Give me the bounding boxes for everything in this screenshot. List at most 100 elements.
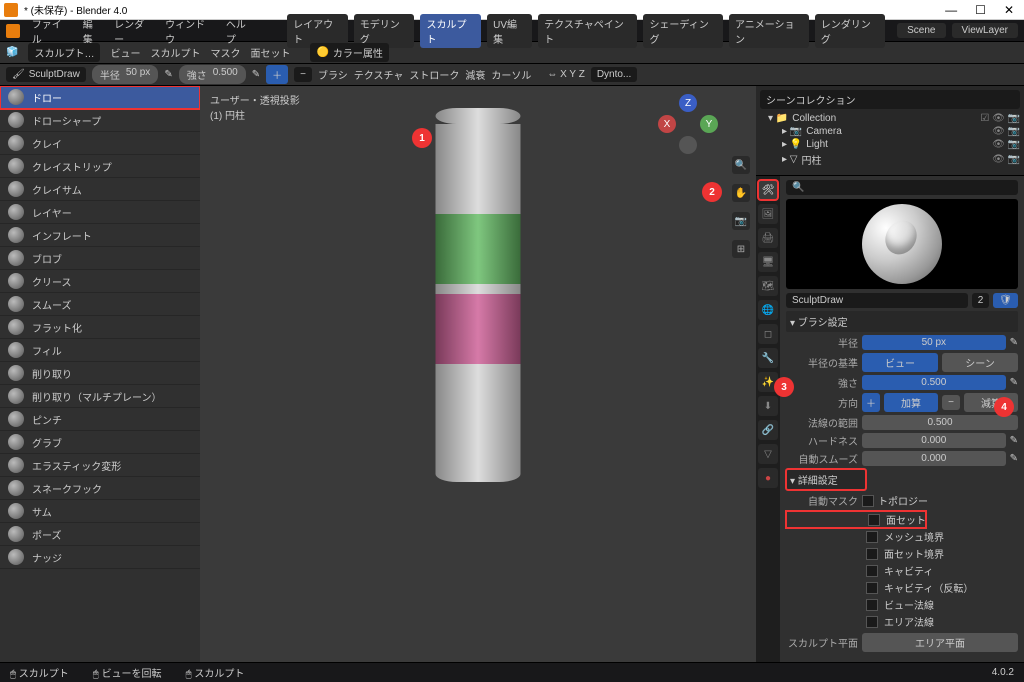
tab-world[interactable]: 🌐 [758, 300, 778, 320]
tab-render[interactable]: 🖼 [758, 204, 778, 224]
brush-name[interactable]: SculptDraw [786, 293, 968, 308]
ws-uv[interactable]: UV編集 [487, 14, 532, 48]
hdr-faceset[interactable]: 面セット [250, 45, 290, 60]
strength-slider[interactable]: 強さ0.500 [179, 65, 246, 84]
pressure-icon2[interactable]: ✎ [252, 69, 260, 80]
scene-selector[interactable]: Scene [897, 23, 945, 38]
minimize-button[interactable]: — [945, 3, 957, 17]
tab-object[interactable]: ◻ [758, 324, 778, 344]
3d-viewport[interactable]: ユーザー・透視投影 (1) 円柱 Z X Y 🔍 ✋ 📷 ⊞ 1 2 [200, 86, 756, 662]
ws-texpaint[interactable]: テクスチャペイント [538, 14, 637, 48]
radius-base-scene[interactable]: シーン [942, 353, 1018, 372]
hdr-cursor[interactable]: カーソル [491, 67, 531, 82]
check-view-normal[interactable]: ビュー法線 [786, 596, 1018, 613]
check-faceset-boundary[interactable]: 面セット境界 [786, 545, 1018, 562]
brush-draw[interactable]: ドロー [0, 86, 200, 109]
hdr-view[interactable]: ビュー [110, 45, 140, 60]
brush-scrape-multi[interactable]: 削り取り（マルチプレーン） [0, 385, 200, 408]
radius-slider[interactable]: 半径50 px [92, 65, 158, 84]
close-button[interactable]: ✕ [1004, 3, 1014, 17]
axis-y[interactable]: Y [700, 115, 718, 133]
axis-neg[interactable] [679, 136, 697, 154]
autosmooth-val[interactable]: 0.000 [862, 451, 1006, 466]
tab-material[interactable]: ● [758, 468, 778, 488]
pen-icon[interactable]: ✎ [1010, 453, 1018, 464]
hdr-mask[interactable]: マスク [210, 45, 240, 60]
menu-help[interactable]: ヘルプ [226, 16, 255, 46]
menu-render[interactable]: レンダー [114, 16, 153, 46]
pen-icon[interactable]: ✎ [1010, 337, 1018, 348]
viewlayer-selector[interactable]: ViewLayer [952, 23, 1019, 38]
check-cavity[interactable]: キャビティ [786, 562, 1018, 579]
brush-nudge[interactable]: ナッジ [0, 546, 200, 569]
camera-icon[interactable]: 📷 [732, 212, 750, 230]
brush-pose[interactable]: ポーズ [0, 523, 200, 546]
axis-z[interactable]: Z [679, 94, 697, 112]
section-advanced[interactable]: ▾ 詳細設定 [786, 469, 866, 490]
dyntopo[interactable]: Dynto... [591, 67, 637, 82]
brush-smooth[interactable]: スムーズ [0, 293, 200, 316]
pan-icon[interactable]: ✋ [732, 184, 750, 202]
brush-clay-thumb[interactable]: クレイサム [0, 178, 200, 201]
color-attr[interactable]: 🟡 カラー属性 [310, 43, 388, 62]
menu-edit[interactable]: 編集 [83, 16, 102, 46]
brush-blob[interactable]: ブロブ [0, 247, 200, 270]
tab-tool[interactable]: 🛠 [758, 180, 778, 200]
pen-icon[interactable]: ✎ [1010, 377, 1018, 388]
grid-icon[interactable]: ⊞ [732, 240, 750, 258]
outliner-collection[interactable]: ▾ 📁Collection☑ 👁 📷 [760, 112, 1020, 125]
brush-elastic[interactable]: エラスティック変形 [0, 454, 200, 477]
strength-val[interactable]: 0.500 [862, 375, 1006, 390]
normal-val[interactable]: 0.500 [862, 415, 1018, 430]
check-faceset[interactable]: 面セット [786, 511, 926, 528]
tab-output[interactable]: 🖨 [758, 228, 778, 248]
mode-selector[interactable]: スカルプト… [28, 43, 100, 62]
brush-snake-hook[interactable]: スネークフック [0, 477, 200, 500]
brush-preset[interactable]: 🖌 SculptDraw [6, 67, 86, 82]
hdr-tex[interactable]: テクスチャ [354, 67, 404, 82]
ws-shading[interactable]: シェーディング [643, 14, 723, 48]
tab-constraint[interactable]: 🔗 [758, 420, 778, 440]
check-mesh-boundary[interactable]: メッシュ境界 [786, 528, 1018, 545]
check-area-normal[interactable]: エリア法線 [786, 613, 1018, 630]
ws-sculpt[interactable]: スカルプト [420, 14, 481, 48]
brush-clay[interactable]: クレイ [0, 132, 200, 155]
brush-grab[interactable]: グラブ [0, 431, 200, 454]
section-brush[interactable]: ▾ ブラシ設定 [786, 311, 1018, 332]
brush-inflate[interactable]: インフレート [0, 224, 200, 247]
outliner-camera[interactable]: ▸ 📷Camera👁 📷 [760, 125, 1020, 138]
ws-render[interactable]: レンダリング [815, 14, 885, 48]
hdr-sculpt[interactable]: スカルプト [150, 45, 200, 60]
brush-draw-sharp[interactable]: ドローシャープ [0, 109, 200, 132]
tab-scene[interactable]: 🗺 [758, 276, 778, 296]
sculpt-plane[interactable]: エリア平面 [862, 633, 1018, 652]
zoom-icon[interactable]: 🔍 [732, 156, 750, 174]
fake-user[interactable]: 🛡 [993, 293, 1018, 308]
check-cavity-inv[interactable]: キャビティ（反転） [786, 579, 1018, 596]
ws-anim[interactable]: アニメーション [729, 14, 809, 48]
props-search[interactable]: 🔍 [786, 180, 1018, 195]
radius-val[interactable]: 50 px [862, 335, 1006, 350]
nav-gizmo[interactable]: Z X Y [658, 94, 718, 154]
sub-button[interactable]: − [294, 67, 312, 82]
brush-fill[interactable]: フィル [0, 339, 200, 362]
brush-clay-strips[interactable]: クレイストリップ [0, 155, 200, 178]
add-button[interactable]: ＋ [266, 65, 288, 84]
tab-view[interactable]: 🖥 [758, 252, 778, 272]
axis-x[interactable]: X [658, 115, 676, 133]
brush-layer[interactable]: レイヤー [0, 201, 200, 224]
brush-pinch[interactable]: ピンチ [0, 408, 200, 431]
hdr-stroke[interactable]: ストローク [409, 67, 459, 82]
pen-icon[interactable]: ✎ [1010, 435, 1018, 446]
radius-base-view[interactable]: ビュー [862, 353, 938, 372]
outliner-light[interactable]: ▸ 💡Light👁 📷 [760, 138, 1020, 151]
menu-file[interactable]: ファイル [32, 16, 71, 46]
hdr-brush[interactable]: ブラシ [318, 67, 348, 82]
mirror-icon[interactable]: ⇔ X Y Z [547, 69, 584, 80]
tab-physics[interactable]: ⬇ [758, 396, 778, 416]
maximize-button[interactable]: ☐ [975, 3, 986, 17]
tab-modifier[interactable]: 🔧 [758, 348, 778, 368]
brush-thumb[interactable]: サム [0, 500, 200, 523]
brush-flatten[interactable]: フラット化 [0, 316, 200, 339]
dir-add[interactable]: 加算 [884, 393, 938, 412]
